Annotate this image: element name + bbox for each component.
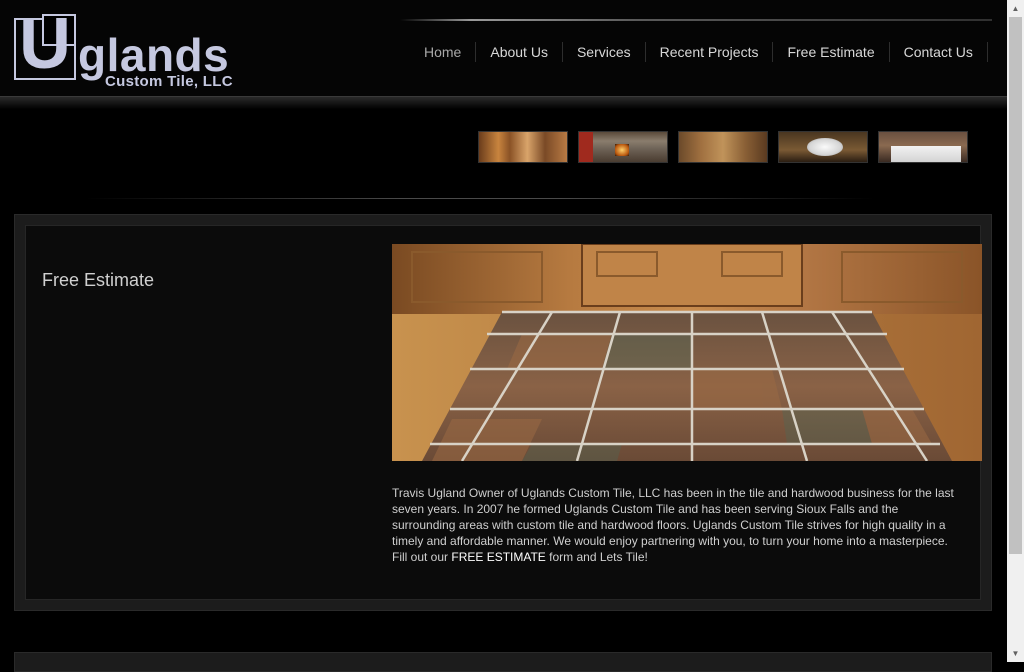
nav-about-us[interactable]: About Us <box>476 42 563 62</box>
site-logo[interactable]: U glands Custom Tile, LLC <box>14 8 244 92</box>
nav-contact-us[interactable]: Contact Us <box>890 42 988 62</box>
logo-letter: U <box>19 4 71 84</box>
nav-free-estimate[interactable]: Free Estimate <box>773 42 890 62</box>
bathtub-thumb[interactable] <box>878 131 968 163</box>
scroll-up-arrow-icon[interactable]: ▲ <box>1007 0 1024 17</box>
nav-home[interactable]: Home <box>410 42 477 62</box>
content-panel: Free Estimate Travis Ugland Owner of Ugl… <box>14 214 992 611</box>
thumbnail-strip <box>478 131 968 163</box>
header-band <box>0 96 1007 109</box>
scroll-down-arrow-icon[interactable]: ▼ <box>1007 645 1024 662</box>
footer-panel <box>14 652 992 672</box>
hero-tile-floor-image <box>392 244 982 461</box>
free-estimate-link[interactable]: FREE ESTIMATE <box>451 550 545 564</box>
intro-paragraph: Travis Ugland Owner of Uglands Custom Ti… <box>392 485 962 565</box>
intro-text-end: form and Lets Tile! <box>545 550 648 564</box>
logo-subtitle: Custom Tile, LLC <box>105 73 233 90</box>
section-divider <box>85 198 875 199</box>
scrollbar-thumb[interactable] <box>1009 17 1022 554</box>
bathroom-sink-thumb[interactable] <box>778 131 868 163</box>
vertical-scrollbar[interactable]: ▲ ▼ <box>1007 0 1024 662</box>
nav-services[interactable]: Services <box>563 42 646 62</box>
site-header: U glands Custom Tile, LLC Home About Us … <box>0 0 1007 96</box>
kitchen-backsplash-thumb[interactable] <box>678 131 768 163</box>
nav-divider-line <box>400 19 992 21</box>
nav-recent-projects[interactable]: Recent Projects <box>646 42 774 62</box>
wood-floor-thumb[interactable] <box>478 131 568 163</box>
page-title: Free Estimate <box>42 270 155 290</box>
fireplace-thumb[interactable] <box>578 131 668 163</box>
content-inner: Free Estimate Travis Ugland Owner of Ugl… <box>25 225 982 600</box>
main-nav: Home About Us Services Recent Projects F… <box>410 42 988 62</box>
